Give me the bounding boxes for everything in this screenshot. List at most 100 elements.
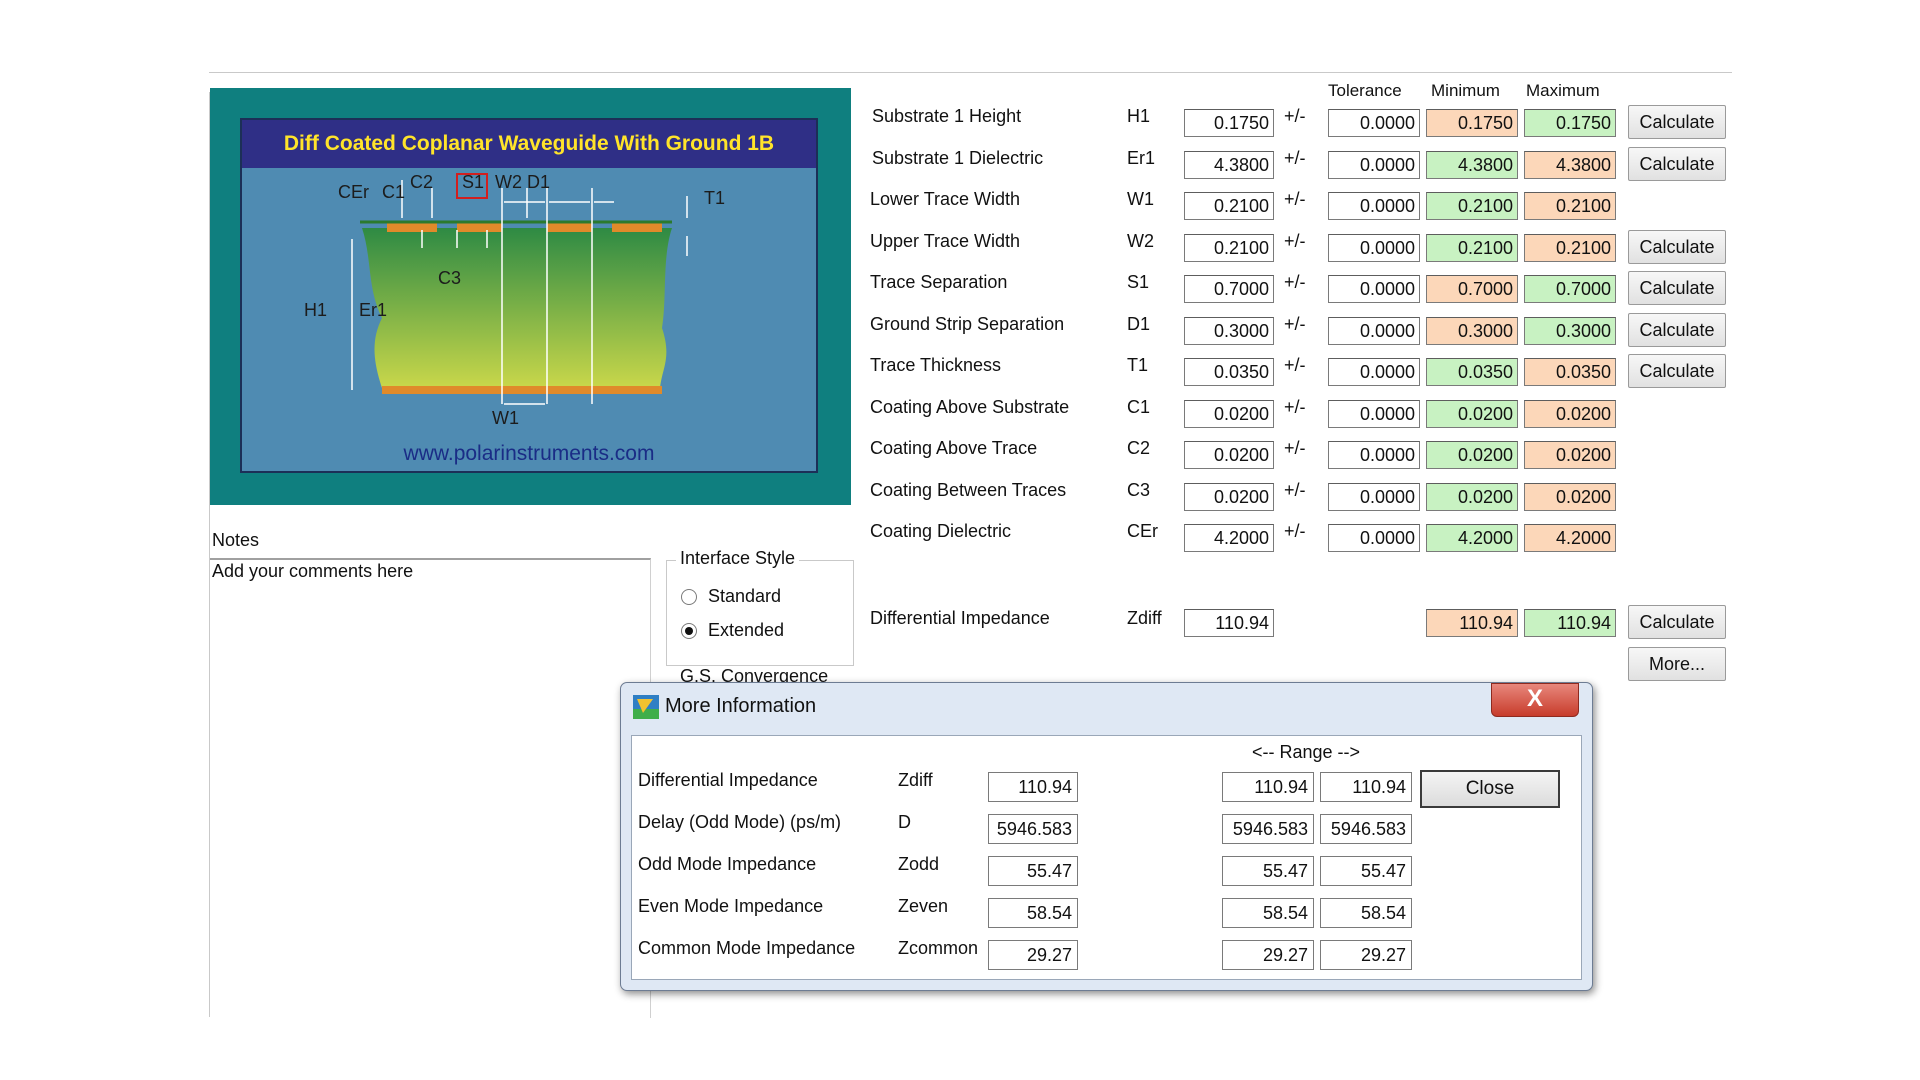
info-value-field[interactable]: 55.47: [988, 856, 1078, 886]
param-max-field[interactable]: 0.2100: [1524, 234, 1616, 262]
param-value-field[interactable]: 4.2000: [1184, 524, 1274, 552]
info-label: Common Mode Impedance: [638, 938, 856, 958]
param-max-field[interactable]: 4.2000: [1524, 524, 1616, 552]
param-tolerance-field[interactable]: 0.0000: [1328, 483, 1420, 511]
param-symbol: S1: [1127, 272, 1150, 292]
param-value-field[interactable]: 4.3800: [1184, 151, 1274, 179]
result-value-field[interactable]: 110.94: [1184, 609, 1274, 637]
info-max-field[interactable]: 55.47: [1320, 856, 1412, 886]
result-min-field[interactable]: 110.94: [1426, 609, 1518, 637]
param-tolerance-field[interactable]: 0.0000: [1328, 441, 1420, 469]
more-button[interactable]: More...: [1628, 647, 1726, 681]
param-tolerance-field[interactable]: 0.0000: [1328, 358, 1420, 386]
info-min-field[interactable]: 55.47: [1222, 856, 1314, 886]
param-min-field[interactable]: 4.2000: [1426, 524, 1518, 552]
param-max-field[interactable]: 0.7000: [1524, 275, 1616, 303]
label-c3: C3: [438, 268, 462, 288]
label-d1: D1: [527, 172, 551, 192]
info-symbol: Zodd: [898, 854, 940, 874]
close-button[interactable]: Close: [1420, 770, 1560, 808]
param-tolerance-field[interactable]: 0.0000: [1328, 151, 1420, 179]
calculate-button[interactable]: Calculate: [1628, 230, 1726, 264]
param-value-field[interactable]: 0.1750: [1184, 109, 1274, 137]
structure-diagram: Diff Coated Coplanar Waveguide With Grou…: [210, 88, 851, 505]
result-calculate-button[interactable]: Calculate: [1628, 605, 1726, 639]
param-max-field[interactable]: 4.3800: [1524, 151, 1616, 179]
label-w1: W1: [492, 408, 519, 428]
info-symbol: Zdiff: [898, 770, 933, 790]
info-value-field[interactable]: 5946.583: [988, 814, 1078, 844]
param-min-field[interactable]: 0.1750: [1426, 109, 1518, 137]
result-max-field[interactable]: 110.94: [1524, 609, 1616, 637]
param-value-field[interactable]: 0.7000: [1184, 275, 1274, 303]
info-max-field[interactable]: 110.94: [1320, 772, 1412, 802]
param-label: Ground Strip Separation: [870, 314, 1065, 334]
param-tolerance-field[interactable]: 0.0000: [1328, 524, 1420, 552]
param-min-field[interactable]: 0.0350: [1426, 358, 1518, 386]
info-max-field[interactable]: 29.27: [1320, 940, 1412, 970]
param-tolerance-field[interactable]: 0.0000: [1328, 400, 1420, 428]
info-min-field[interactable]: 5946.583: [1222, 814, 1314, 844]
info-value-field[interactable]: 29.27: [988, 940, 1078, 970]
param-min-field[interactable]: 0.0200: [1426, 400, 1518, 428]
param-symbol: W1: [1127, 189, 1154, 209]
param-symbol: W2: [1127, 231, 1154, 251]
param-value-field[interactable]: 0.2100: [1184, 192, 1274, 220]
param-label: Lower Trace Width: [870, 189, 1021, 209]
dialog-close-x-button[interactable]: X: [1491, 683, 1579, 717]
param-max-field[interactable]: 0.0200: [1524, 400, 1616, 428]
param-min-field[interactable]: 0.2100: [1426, 234, 1518, 262]
info-max-field[interactable]: 5946.583: [1320, 814, 1412, 844]
info-value-field[interactable]: 58.54: [988, 898, 1078, 928]
info-min-field[interactable]: 110.94: [1222, 772, 1314, 802]
param-tolerance-field[interactable]: 0.0000: [1328, 109, 1420, 137]
param-label: Trace Separation: [870, 272, 1008, 292]
calculate-button[interactable]: Calculate: [1628, 105, 1726, 139]
param-value-field[interactable]: 0.0350: [1184, 358, 1274, 386]
radio-standard-label[interactable]: Standard: [708, 586, 781, 607]
diagram-title: Diff Coated Coplanar Waveguide With Grou…: [242, 120, 816, 168]
param-tolerance-field[interactable]: 0.0000: [1328, 234, 1420, 262]
info-max-field[interactable]: 58.54: [1320, 898, 1412, 928]
info-label: Odd Mode Impedance: [638, 854, 817, 874]
param-max-field[interactable]: 0.0200: [1524, 483, 1616, 511]
calculate-button[interactable]: Calculate: [1628, 313, 1726, 347]
notes-textarea[interactable]: [210, 558, 651, 1018]
param-max-field[interactable]: 0.2100: [1524, 192, 1616, 220]
plus-minus-label: +/-: [1284, 231, 1306, 251]
info-value-field[interactable]: 110.94: [988, 772, 1078, 802]
dialog-title: More Information: [665, 695, 817, 717]
param-max-field[interactable]: 0.3000: [1524, 317, 1616, 345]
radio-extended-label[interactable]: Extended: [708, 620, 784, 641]
param-min-field[interactable]: 0.3000: [1426, 317, 1518, 345]
label-s1: S1: [462, 172, 485, 192]
calculate-button[interactable]: Calculate: [1628, 354, 1726, 388]
param-symbol: C3: [1127, 480, 1151, 500]
param-min-field[interactable]: 0.0200: [1426, 483, 1518, 511]
info-label: Differential Impedance: [638, 770, 818, 790]
param-value-field[interactable]: 0.3000: [1184, 317, 1274, 345]
param-min-field[interactable]: 0.7000: [1426, 275, 1518, 303]
param-max-field[interactable]: 0.0350: [1524, 358, 1616, 386]
info-symbol: Zcommon: [898, 938, 979, 958]
param-max-field[interactable]: 0.1750: [1524, 109, 1616, 137]
param-value-field[interactable]: 0.2100: [1184, 234, 1274, 262]
param-tolerance-field[interactable]: 0.0000: [1328, 275, 1420, 303]
param-value-field[interactable]: 0.0200: [1184, 400, 1274, 428]
calculate-button[interactable]: Calculate: [1628, 271, 1726, 305]
info-min-field[interactable]: 29.27: [1222, 940, 1314, 970]
result-symbol: Zdiff: [1127, 608, 1162, 628]
param-max-field[interactable]: 0.0200: [1524, 441, 1616, 469]
radio-standard[interactable]: [681, 589, 697, 605]
param-min-field[interactable]: 0.0200: [1426, 441, 1518, 469]
param-value-field[interactable]: 0.0200: [1184, 483, 1274, 511]
header-minimum: Minimum: [1431, 81, 1500, 100]
calculate-button[interactable]: Calculate: [1628, 147, 1726, 181]
param-value-field[interactable]: 0.0200: [1184, 441, 1274, 469]
param-min-field[interactable]: 0.2100: [1426, 192, 1518, 220]
info-min-field[interactable]: 58.54: [1222, 898, 1314, 928]
param-tolerance-field[interactable]: 0.0000: [1328, 317, 1420, 345]
param-min-field[interactable]: 4.3800: [1426, 151, 1518, 179]
radio-extended[interactable]: [681, 623, 697, 639]
param-tolerance-field[interactable]: 0.0000: [1328, 192, 1420, 220]
